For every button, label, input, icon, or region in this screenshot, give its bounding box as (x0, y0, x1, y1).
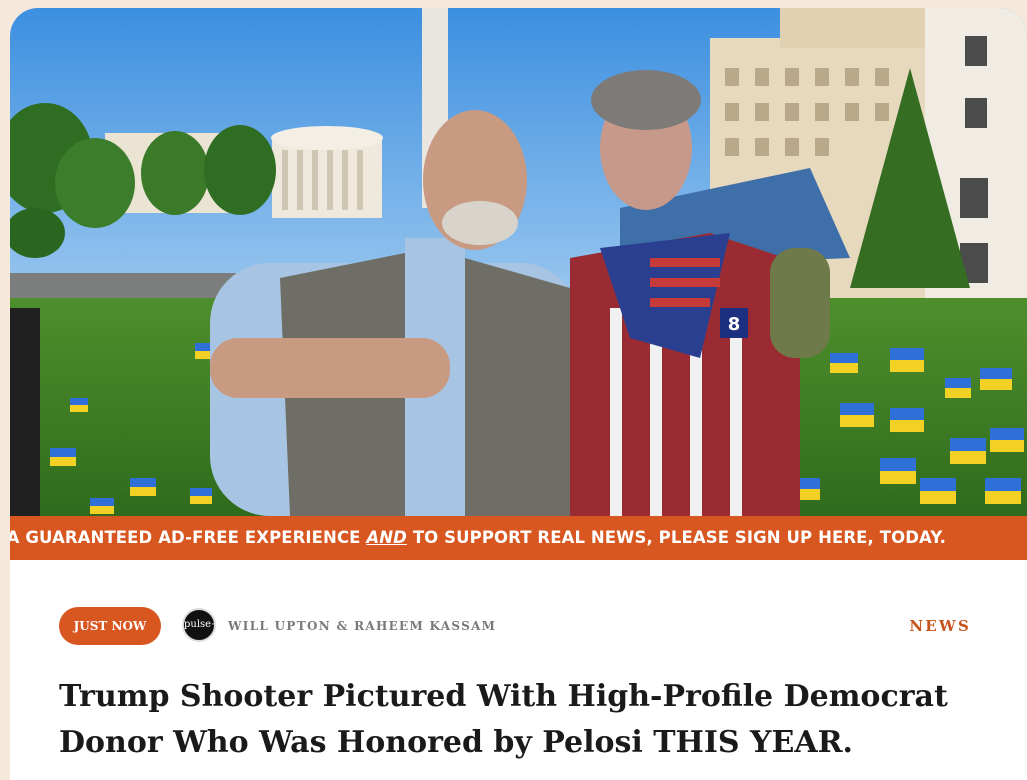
banner-emphasis: AND (366, 528, 407, 547)
author-byline[interactable]: WILL UPTON & RAHEEM KASSAM (228, 606, 496, 646)
edge-figure (10, 308, 40, 516)
signup-banner[interactable]: R A GUARANTEED AD-FREE EXPERIENCE AND TO… (10, 516, 1027, 560)
category-link[interactable]: NEWS (909, 606, 971, 646)
article-meta: JUST NOW pulse+ WILL UPTON & RAHEEM KASS… (10, 606, 1027, 646)
signup-banner-text: R A GUARANTEED AD-FREE EXPERIENCE AND TO… (10, 528, 947, 547)
article-card: 8 R A GUARANTEED AD-FREE EXPERIENCE AND … (10, 8, 1027, 780)
just-now-badge[interactable]: JUST NOW (59, 607, 161, 645)
flag-number: 8 (728, 314, 741, 335)
hero-photo[interactable]: 8 (10, 8, 1027, 516)
publisher-avatar[interactable]: pulse+ (182, 608, 216, 642)
article-headline[interactable]: Trump Shooter Pictured With High-Profile… (59, 674, 999, 766)
